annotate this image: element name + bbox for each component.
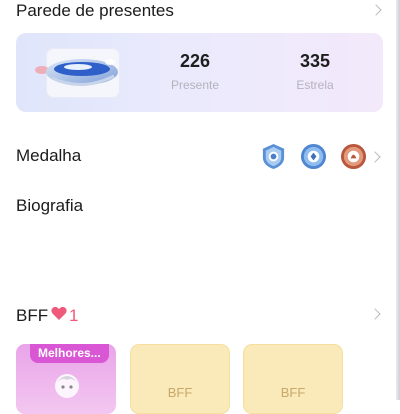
gifts-label: Presente [170, 78, 220, 92]
medals-title: Medalha [16, 146, 82, 165]
biography-title: Biografia [16, 196, 84, 215]
bff-slot-label: BFF [167, 385, 193, 400]
gift-wall-card[interactable]: 226 Presente 335 Estrela [16, 33, 383, 112]
bff-card-empty-1[interactable]: BFF [130, 344, 230, 414]
bff-slot-label: BFF [280, 385, 306, 400]
blue-shield-medal-icon [262, 143, 285, 170]
avatar [55, 374, 79, 398]
bff-card-best-friend[interactable]: Melhores... [16, 344, 116, 414]
gifts-count: 226 [179, 51, 211, 71]
bff-title: BFF [16, 306, 49, 325]
stars-stat: 335 Estrela [275, 51, 355, 92]
gifts-stat: 226 Presente [155, 51, 235, 92]
medals-chevron-icon[interactable] [369, 151, 381, 163]
bff-chevron-icon[interactable] [369, 308, 381, 320]
bff-card-empty-2[interactable]: BFF [243, 344, 343, 414]
gift-thumbnail [30, 48, 136, 98]
stars-label: Estrela [296, 78, 334, 92]
bff-count: 1 [69, 306, 79, 325]
blue-round-medal-icon [300, 143, 327, 170]
gift-ship-icon [35, 59, 118, 87]
medals-list[interactable] [260, 143, 370, 171]
gift-wall-chevron-icon[interactable] [370, 4, 382, 16]
heart-icon [51, 306, 67, 320]
window-edge [396, 0, 400, 400]
bronze-medal-icon [340, 143, 367, 170]
gift-wall-title: Parede de presentes [16, 1, 174, 20]
bff-card-tag: Melhores... [30, 344, 109, 363]
stars-count: 335 [299, 51, 331, 71]
